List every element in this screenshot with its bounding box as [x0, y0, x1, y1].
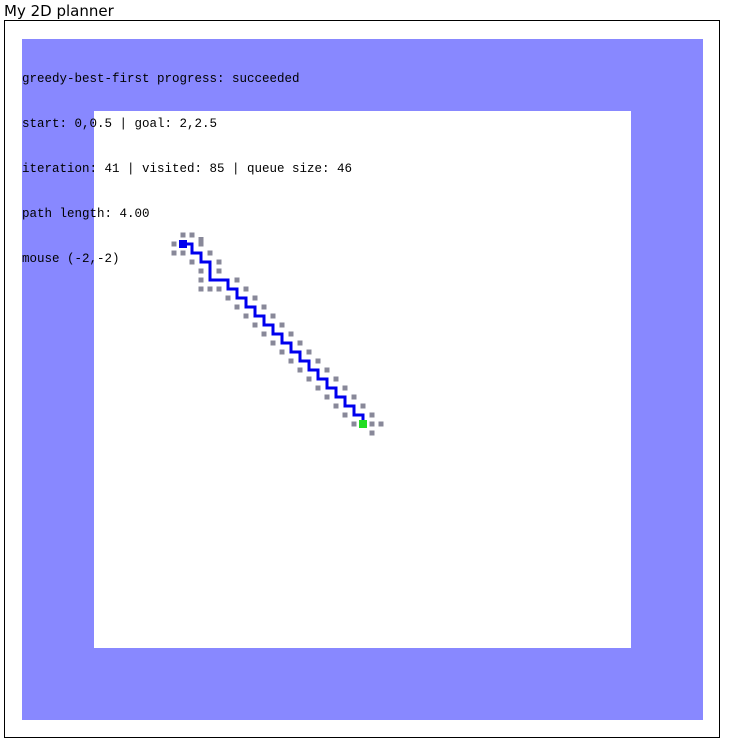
start-goal-status: start: 0,0.5 | goal: 2,2.5 — [22, 117, 218, 131]
visited-node — [351, 394, 357, 400]
visited-node — [261, 331, 267, 337]
visited-node — [360, 403, 366, 409]
visited-node — [279, 322, 285, 328]
visited-node — [315, 358, 321, 364]
visited-node — [306, 349, 312, 355]
visited-node — [297, 367, 303, 373]
visited-node — [279, 349, 285, 355]
visited-node — [369, 430, 375, 436]
visited-node — [288, 331, 294, 337]
visited-node — [342, 385, 348, 391]
planner-view[interactable]: greedy-best-first progress: succeeded st… — [22, 39, 703, 720]
visited-node — [324, 367, 330, 373]
iteration-status: iteration: 41 | visited: 85 | queue size… — [22, 162, 353, 176]
visited-node — [333, 376, 339, 382]
visited-node — [342, 412, 348, 418]
visited-node — [270, 340, 276, 346]
visited-node — [288, 358, 294, 364]
visited-node — [333, 403, 339, 409]
visited-node — [234, 304, 240, 310]
visited-node — [297, 340, 303, 346]
goal-marker — [359, 420, 367, 428]
visited-node — [261, 304, 267, 310]
visited-node — [270, 313, 276, 319]
visited-node — [324, 394, 330, 400]
visited-node — [315, 385, 321, 391]
window-title: My 2D planner — [4, 2, 114, 20]
visited-node — [252, 322, 258, 328]
status-overlay: greedy-best-first progress: succeeded st… — [22, 42, 352, 297]
progress-status: greedy-best-first progress: succeeded — [22, 72, 300, 86]
mouse-position-status: mouse (-2,-2) — [22, 252, 120, 266]
visited-node — [369, 412, 375, 418]
visited-node — [369, 421, 375, 427]
path-length-status: path length: 4.00 — [22, 207, 150, 221]
visited-node — [306, 376, 312, 382]
visited-node — [243, 313, 249, 319]
visited-node — [351, 421, 357, 427]
visited-node — [378, 421, 384, 427]
